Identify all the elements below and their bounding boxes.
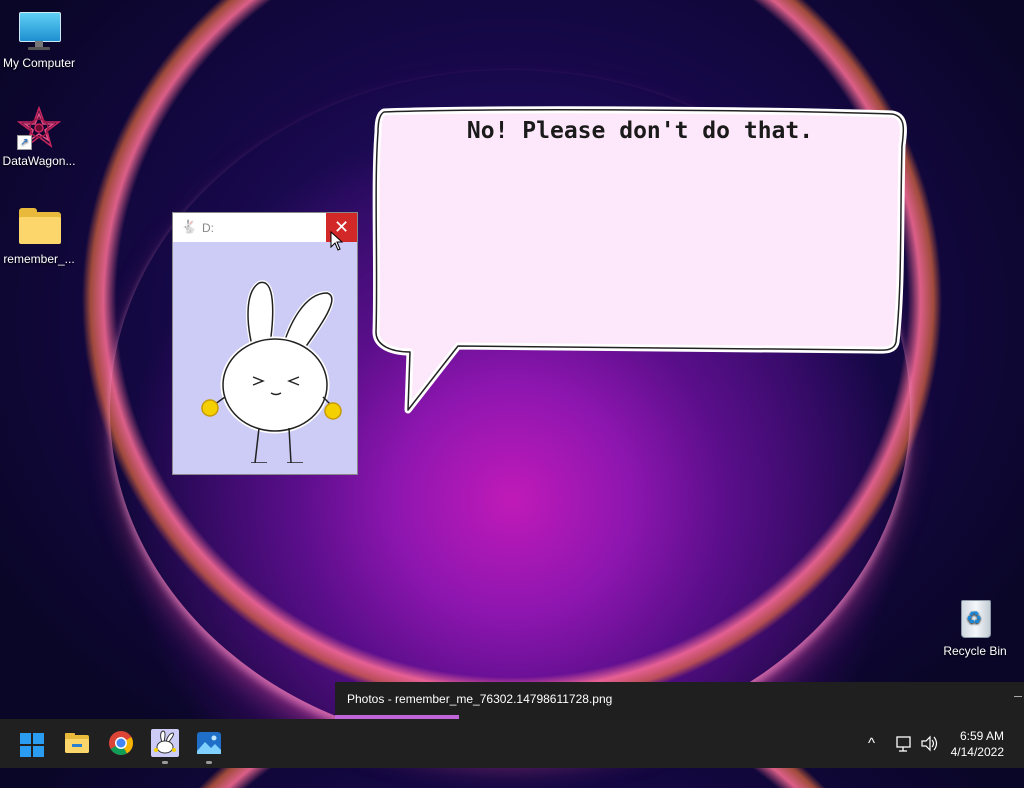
running-indicator — [162, 761, 168, 764]
desktop-icon-label: remember_... — [3, 252, 75, 266]
chrome-icon[interactable] — [107, 729, 135, 757]
desktop-icon-datawagon[interactable]: ↗ DataWagon... — [0, 105, 78, 168]
desktop-icon-label: My Computer — [2, 56, 76, 70]
speech-bubble-text: No! Please don't do that. — [466, 118, 814, 144]
bunny-app-icon: 🐇 — [181, 219, 198, 234]
minimize-icon[interactable] — [1014, 696, 1022, 697]
desktop-icon-remember-folder[interactable]: remember_... — [0, 204, 78, 266]
desktop-icon-label: DataWagon... — [2, 154, 76, 168]
bunny-app-icon[interactable] — [151, 729, 179, 757]
clock-time: 6:59 AM — [959, 729, 1004, 743]
clock-date: 4/14/2022 — [950, 745, 1004, 759]
bunny-character-image — [201, 280, 342, 463]
photos-notification[interactable]: Photos - remember_me_76302.14798611728.p… — [335, 682, 1024, 719]
running-indicator — [206, 761, 212, 764]
desktop-icon-recycle-bin[interactable]: ♻ Recycle Bin — [936, 596, 1014, 658]
folder-icon — [17, 204, 61, 248]
desktop-icon-my-computer[interactable]: My Computer — [0, 8, 78, 70]
photos-icon[interactable] — [195, 729, 223, 757]
desktop-icon-label: Recycle Bin — [943, 644, 1007, 658]
window-title: D: — [202, 221, 214, 235]
taskbar: ^ 6:59 AM 4/14/2022 — [0, 719, 1024, 768]
start-icon[interactable] — [20, 733, 44, 757]
shortcut-arrow-icon: ↗ — [17, 135, 32, 150]
star-shortcut-icon: ↗ — [16, 105, 62, 150]
show-hidden-icons-chevron-icon[interactable]: ^ — [868, 719, 875, 768]
mouse-cursor-icon — [330, 231, 344, 251]
speech-bubble — [372, 106, 907, 414]
notification-text: Photos - remember_me_76302.14798611728.p… — [347, 692, 613, 706]
file-explorer-icon[interactable] — [63, 729, 91, 757]
recycle-bin-icon: ♻ — [953, 596, 997, 640]
bunny-app-window[interactable]: 🐇 D: ✕ — [173, 213, 357, 474]
network-icon[interactable] — [895, 719, 913, 768]
clock[interactable]: 6:59 AM 4/14/2022 — [951, 728, 1004, 760]
computer-icon — [17, 8, 61, 52]
volume-icon[interactable] — [920, 719, 938, 768]
